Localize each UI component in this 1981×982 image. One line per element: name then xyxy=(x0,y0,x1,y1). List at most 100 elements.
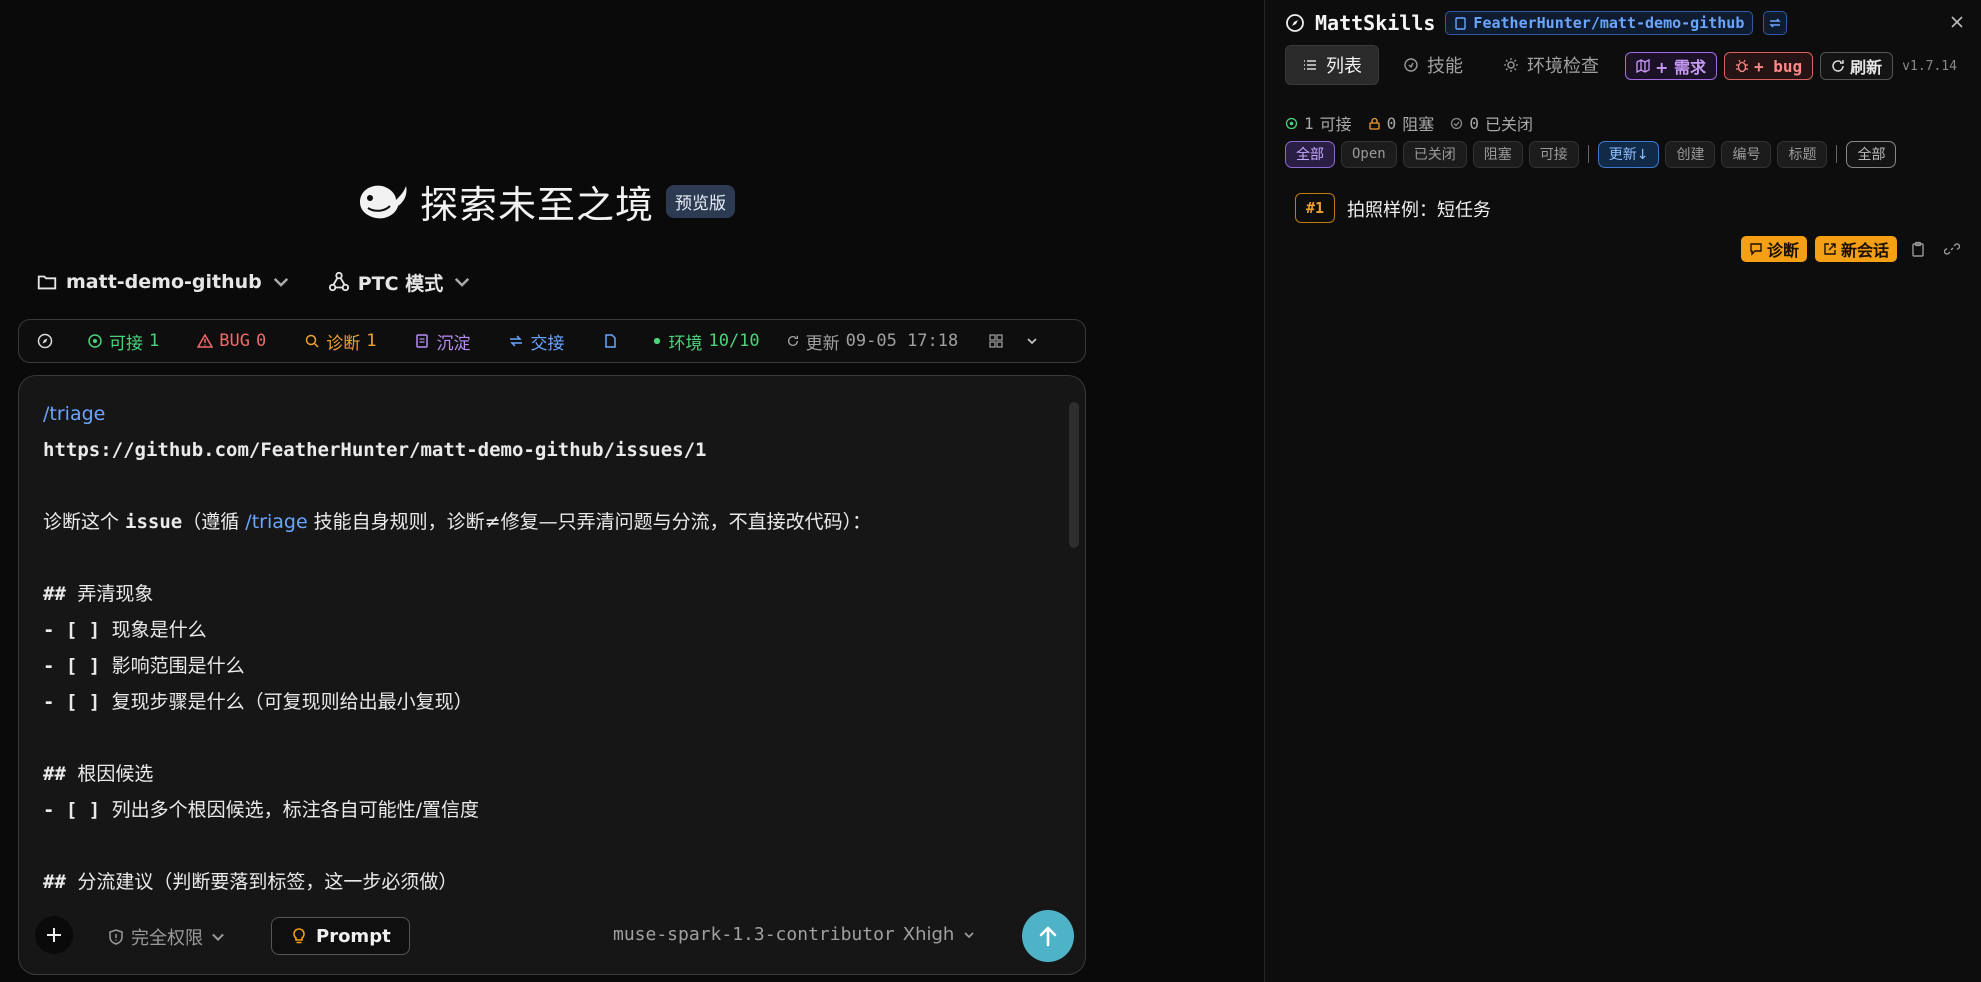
connect-count: 1 xyxy=(149,331,160,351)
panel-tabs: 列表 技能 环境检查 xyxy=(1285,45,1615,85)
editor-text: /triage xyxy=(245,511,308,533)
status-bar: 可接 1 BUG 0 诊断 1 沉淀 交接 环境 10/10 更新 09-05 … xyxy=(18,319,1086,363)
status-bug[interactable]: BUG 0 xyxy=(197,331,266,351)
sort-updated[interactable]: 更新↓ xyxy=(1597,140,1660,168)
folder-icon xyxy=(37,275,57,290)
sun-icon xyxy=(1504,58,1518,72)
refresh-button[interactable]: 刷新 xyxy=(1820,52,1894,80)
stat-blocked-label: 阻塞 xyxy=(1402,115,1435,134)
sort-title[interactable]: 标题 xyxy=(1777,140,1828,168)
repo-chip[interactable]: FeatherHunter/matt-demo-github xyxy=(1445,11,1754,35)
tab-env-check[interactable]: 环境检查 xyxy=(1487,45,1615,85)
editor-line: ## 分流建议（判断要落到标签，这一步必须做） xyxy=(43,864,1053,900)
stat-blocked-count: 0 xyxy=(1386,113,1397,133)
project-selector[interactable]: matt-demo-github xyxy=(36,271,292,293)
permission-selector[interactable]: 完全权限 xyxy=(107,924,227,950)
file-icon xyxy=(605,334,617,348)
filter-extra-all[interactable]: 全部 xyxy=(1846,140,1897,168)
filter-status-blocked[interactable]: 阻塞 xyxy=(1472,140,1523,168)
link-icon xyxy=(1944,243,1960,255)
filter-status-closed[interactable]: 已关闭 xyxy=(1402,140,1467,168)
status-update[interactable]: 更新 09-05 17:18 xyxy=(786,329,958,354)
stat-closed-label: 已关闭 xyxy=(1484,115,1533,134)
mode-selector[interactable]: PTC 模式 xyxy=(328,269,473,296)
issue-item[interactable]: #1 拍照样例：短任务 诊断 新会话 xyxy=(1295,193,1965,273)
file-button[interactable] xyxy=(602,333,618,349)
send-button[interactable] xyxy=(1022,910,1074,962)
editor-text: 诊断这个 xyxy=(43,511,126,533)
switch-repo-button[interactable] xyxy=(1763,11,1788,35)
prompt-button[interactable]: Prompt xyxy=(271,917,410,955)
refresh-label: 刷新 xyxy=(1850,58,1883,77)
grid-button[interactable] xyxy=(988,333,1004,349)
tab-list[interactable]: 列表 xyxy=(1285,45,1379,85)
status-connect[interactable]: 可接 1 xyxy=(87,329,159,354)
document-icon xyxy=(416,334,429,348)
warning-icon xyxy=(197,333,214,348)
editor-text: ## xyxy=(43,763,78,785)
editor-text: - [ ] xyxy=(43,799,112,821)
new-session-button[interactable]: 新会话 xyxy=(1814,236,1897,262)
link-button[interactable] xyxy=(1939,236,1965,262)
status-handoff[interactable]: 交接 xyxy=(508,329,564,354)
editor-text: 现象是什么 xyxy=(111,619,207,641)
status-diagnose[interactable]: 诊断 1 xyxy=(304,329,376,354)
editor-text: issue xyxy=(125,511,183,533)
prompt-text[interactable]: /triage https://github.com/FeatherHunter/… xyxy=(43,396,1053,901)
stat-closed: 0 已关闭 xyxy=(1450,111,1533,135)
editor-text: - [ ] xyxy=(43,655,112,677)
issue-title[interactable]: 拍照样例：短任务 xyxy=(1347,196,1491,222)
skills-panel: MattSkills FeatherHunter/matt-demo-githu… xyxy=(1264,0,1981,982)
sort-created[interactable]: 创建 xyxy=(1665,140,1716,168)
chevron-down-icon xyxy=(273,277,288,287)
prompt-label: Prompt xyxy=(316,925,391,947)
editor-line: ## 根因候选 xyxy=(43,756,1053,792)
grid-icon xyxy=(989,334,1003,348)
arrow-up-icon xyxy=(1039,926,1057,947)
editor-text: 弄清现象 xyxy=(77,583,154,605)
add-bug-button[interactable]: + bug xyxy=(1723,52,1814,80)
comment-icon xyxy=(1750,243,1762,256)
chevron-down-icon xyxy=(212,933,224,942)
model-effort: Xhigh xyxy=(902,924,955,945)
filter-status-all[interactable]: 全部 xyxy=(1285,140,1335,168)
editor-text: 技能自身规则，诊断≠修复—只弄清问题与分流，不直接改代码）： xyxy=(307,511,872,533)
diagnose-button[interactable]: 诊断 xyxy=(1740,236,1807,262)
editor-line: - [ ] 现象是什么 xyxy=(43,612,1053,648)
editor-text: ## xyxy=(43,871,78,893)
stat-connect-count: 1 xyxy=(1304,113,1314,133)
tab-label: 技能 xyxy=(1427,56,1463,77)
copy-button[interactable] xyxy=(1905,236,1931,262)
filter-status-connectable[interactable]: 可接 xyxy=(1528,140,1579,168)
panel-actions: + 需求 + bug 刷新 v1.7.14 xyxy=(1625,52,1957,80)
close-icon[interactable] xyxy=(1947,12,1967,32)
add-requirement-button[interactable]: + 需求 xyxy=(1625,52,1717,80)
diag-label: 诊断 xyxy=(326,333,361,354)
filter-status-open[interactable]: Open xyxy=(1341,140,1397,168)
connect-label: 可接 xyxy=(109,333,143,354)
status-env[interactable]: 环境 10/10 xyxy=(652,329,760,354)
editor-line: - [ ] 列出多个根因候选，标注各自可能性/置信度 xyxy=(43,792,1053,828)
target-icon xyxy=(88,334,102,348)
editor-text: - [ ] xyxy=(43,619,112,641)
tab-skills[interactable]: 技能 xyxy=(1387,45,1479,85)
filter-bar: 全部 Open 已关闭 阻塞 可接 更新↓ 创建 编号 标题 全部 xyxy=(1285,140,1897,168)
model-name: muse-spark-1.3-contributor xyxy=(613,924,895,945)
add-button[interactable] xyxy=(35,916,73,954)
editor-text: 影响范围是什么 xyxy=(111,655,245,677)
sort-number[interactable]: 编号 xyxy=(1721,140,1772,168)
expand-button[interactable] xyxy=(1024,333,1040,349)
lightbulb-icon xyxy=(293,928,305,944)
prompt-editor[interactable]: /triage https://github.com/FeatherHunter/… xyxy=(18,375,1086,975)
hero-title: 探索未至之境 xyxy=(420,182,655,227)
bug-label: BUG xyxy=(219,331,250,351)
compass-button[interactable] xyxy=(37,333,53,349)
status-settle[interactable]: 沉淀 xyxy=(414,329,470,354)
model-selector[interactable]: muse-spark-1.3-contributor Xhigh xyxy=(613,924,976,945)
editor-line: https://github.com/FeatherHunter/matt-de… xyxy=(43,432,1053,468)
scrollbar-thumb[interactable] xyxy=(1069,402,1079,548)
tab-label: 列表 xyxy=(1326,56,1362,77)
